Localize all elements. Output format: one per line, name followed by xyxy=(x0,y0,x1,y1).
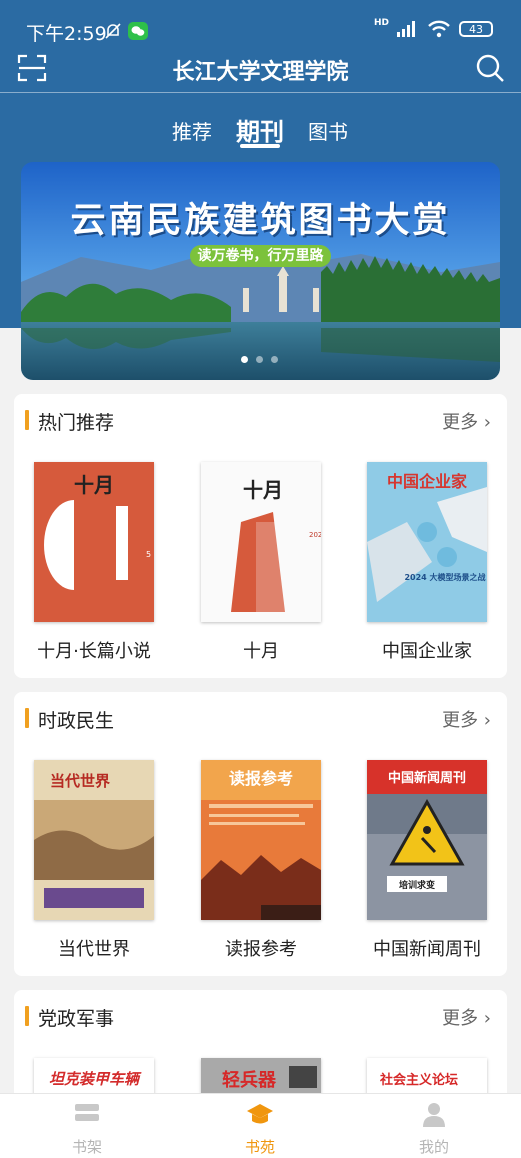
section-hot-recommend: 热门推荐 更多 › 十月 5 十月·长篇小说 十月 2024 十月 xyxy=(14,394,507,678)
tab-books[interactable]: 图书 xyxy=(308,116,348,145)
nav-label: 书苑 xyxy=(244,1138,275,1156)
nav-bookshelf[interactable]: 书架 xyxy=(37,1100,137,1157)
promo-banner[interactable]: 云南民族建筑图书大赏 读万卷书，行万里路 xyxy=(21,162,500,380)
carousel-dot xyxy=(256,356,263,363)
journal-cover: 社会主义论坛 xyxy=(367,1058,487,1098)
nav-book-garden[interactable]: 书苑 xyxy=(210,1100,310,1157)
battery-indicator: 43 xyxy=(459,21,493,37)
tab-journals[interactable]: 期刊 xyxy=(236,112,284,147)
journal-item[interactable]: 中国新闻周刊 培训求变 中国新闻周刊 xyxy=(367,760,487,960)
journal-cover: 轻兵器 xyxy=(201,1058,321,1098)
journal-title: 中国新闻周刊 xyxy=(373,939,481,960)
journal-cover: 坦克装甲车辆 xyxy=(34,1058,154,1098)
active-tab-indicator xyxy=(240,144,280,148)
journal-cover: 中国新闻周刊 培训求变 xyxy=(367,760,487,920)
journal-item[interactable]: 坦克装甲车辆 xyxy=(34,1058,154,1098)
chevron-right-icon: › xyxy=(478,1008,491,1029)
cover-text: 十月 xyxy=(243,478,283,502)
section-current-affairs: 时政民生 更多 › 当代世界 当代世界 读报参考 读报参考 中国新闻周刊 培训求… xyxy=(14,692,507,976)
cover-text: 中国新闻周刊 xyxy=(388,770,466,786)
cover-text: 坦克装甲车辆 xyxy=(49,1070,142,1088)
section-title: 热门推荐 xyxy=(38,412,115,434)
journal-item[interactable]: 十月 5 十月·长篇小说 xyxy=(34,462,154,662)
journal-title: 十月 xyxy=(243,641,279,662)
bookshelf-icon xyxy=(75,1104,99,1121)
journal-title: 中国企业家 xyxy=(382,641,472,662)
signal-icon xyxy=(397,21,415,37)
section-accent-bar xyxy=(25,410,29,430)
user-icon xyxy=(423,1103,445,1127)
tab-recommend[interactable]: 推荐 xyxy=(172,116,212,145)
journal-item[interactable]: 读报参考 读报参考 xyxy=(201,760,321,960)
wechat-icon xyxy=(128,22,148,40)
network-type: HD xyxy=(373,18,389,28)
section-title: 时政民生 xyxy=(38,710,115,732)
journal-item[interactable]: 当代世界 当代世界 xyxy=(34,760,154,960)
journal-cover: 十月 5 xyxy=(34,462,154,622)
section-accent-bar xyxy=(25,708,29,728)
svg-text:5: 5 xyxy=(146,550,151,559)
bell-muted-icon xyxy=(105,23,121,39)
cover-text: 当代世界 xyxy=(50,772,110,790)
cover-text: 社会主义论坛 xyxy=(379,1072,458,1088)
section-title: 党政军事 xyxy=(38,1008,115,1030)
carousel-dot-active xyxy=(241,356,248,363)
chevron-right-icon: › xyxy=(478,710,491,731)
graduation-cap-icon xyxy=(247,1104,273,1124)
journal-item[interactable]: 十月 2024 十月 xyxy=(201,462,321,662)
carousel-dot xyxy=(271,356,278,363)
nav-label: 书架 xyxy=(71,1138,102,1156)
journal-cover: 读报参考 xyxy=(201,760,321,920)
section-accent-bar xyxy=(25,1006,29,1026)
banner-title: 云南民族建筑图书大赏 xyxy=(70,200,451,241)
journal-cover: 中国企业家 2024 大模型场景之战 xyxy=(367,462,487,622)
page-title: 长江大学文理学院 xyxy=(172,60,349,85)
more-link[interactable]: 更多 › xyxy=(442,1004,491,1030)
journal-item[interactable]: 轻兵器 xyxy=(201,1058,321,1098)
search-icon[interactable] xyxy=(475,53,505,83)
cover-text: 读报参考 xyxy=(229,769,293,788)
nav-label: 我的 xyxy=(418,1138,449,1156)
more-link[interactable]: 更多 › xyxy=(442,706,491,732)
svg-text:2024: 2024 xyxy=(309,531,321,539)
app-header: 长江大学文理学院 xyxy=(0,40,521,93)
chevron-right-icon: › xyxy=(478,412,491,433)
journal-title: 读报参考 xyxy=(225,939,297,960)
cover-subtext: 2024 大模型场景之战 xyxy=(404,572,485,582)
banner-subtitle: 读万卷书，行万里路 xyxy=(190,245,331,267)
carousel-dots xyxy=(241,356,278,363)
more-link[interactable]: 更多 › xyxy=(442,408,491,434)
journal-title: 当代世界 xyxy=(58,939,130,960)
cover-subtext: 培训求变 xyxy=(399,879,435,891)
wifi-icon xyxy=(428,20,450,38)
journal-cover: 当代世界 xyxy=(34,760,154,920)
cover-text: 中国企业家 xyxy=(387,472,468,491)
journal-cover: 十月 2024 xyxy=(201,462,321,622)
cover-text: 轻兵器 xyxy=(222,1069,277,1091)
journal-item[interactable]: 社会主义论坛 xyxy=(367,1058,487,1098)
journal-item[interactable]: 中国企业家 2024 大模型场景之战 中国企业家 xyxy=(367,462,487,662)
bottom-navigation: 书架 书苑 我的 xyxy=(0,1093,521,1158)
nav-profile[interactable]: 我的 xyxy=(384,1100,484,1157)
journal-title: 十月·长篇小说 xyxy=(37,641,151,662)
cover-text: 十月 xyxy=(74,473,114,497)
